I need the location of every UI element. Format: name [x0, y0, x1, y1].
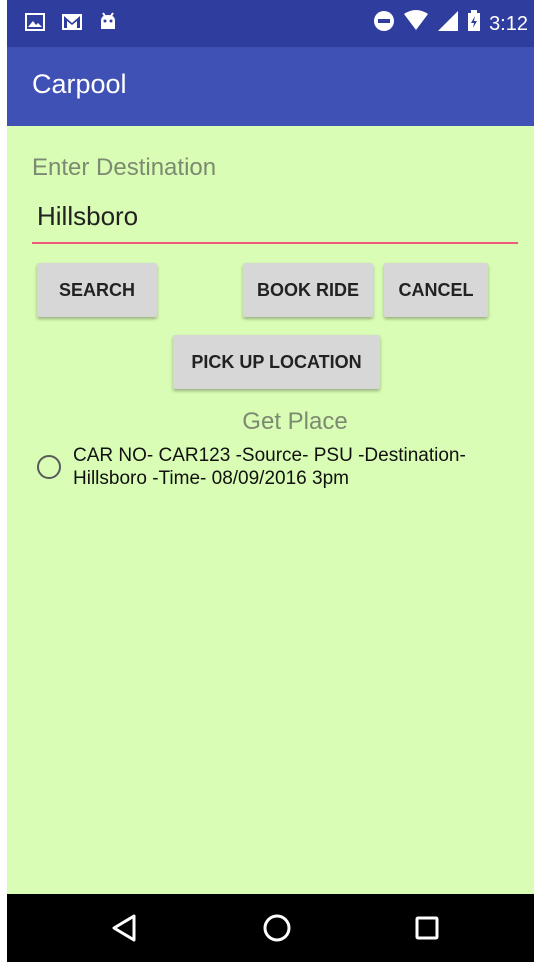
destination-input[interactable]: [32, 196, 523, 236]
phone-screen: 3:12 Carpool Enter Destination SEARCH BO…: [7, 0, 534, 962]
app-title: Carpool: [32, 69, 127, 99]
ride-option[interactable]: CAR NO- CAR123 -Source- PSU -Destination…: [37, 444, 507, 490]
recents-icon: [415, 916, 439, 940]
search-button[interactable]: SEARCH: [37, 263, 157, 317]
book-ride-button[interactable]: BOOK RIDE: [243, 263, 373, 317]
back-icon: [112, 914, 136, 942]
app-bar: Carpool: [7, 47, 534, 126]
back-button[interactable]: [104, 910, 144, 946]
get-place-label: Get Place: [242, 408, 348, 435]
ride-option-text: CAR NO- CAR123 -Source- PSU -Destination…: [73, 445, 466, 489]
do-not-disturb-icon: [373, 10, 395, 37]
destination-label: Enter Destination: [32, 154, 217, 181]
main-content: Enter Destination SEARCH BOOK RIDE CANCE…: [7, 126, 534, 894]
home-icon: [263, 914, 291, 942]
status-bar: 3:12: [7, 0, 534, 47]
destination-input-wrapper: [32, 196, 523, 244]
battery-icon: [467, 10, 481, 37]
radio-button-icon[interactable]: [37, 455, 61, 479]
home-button[interactable]: [257, 910, 297, 946]
cancel-button[interactable]: CANCEL: [384, 263, 488, 317]
pick-up-location-button[interactable]: PICK UP LOCATION: [173, 335, 380, 389]
image-icon: [25, 12, 45, 37]
gmail-icon: [61, 13, 83, 36]
android-icon: [99, 12, 117, 37]
status-time: 3:12: [489, 12, 528, 35]
wifi-icon: [403, 10, 429, 37]
navigation-bar: [7, 894, 534, 962]
recents-button[interactable]: [407, 910, 447, 946]
signal-icon: [437, 10, 459, 37]
